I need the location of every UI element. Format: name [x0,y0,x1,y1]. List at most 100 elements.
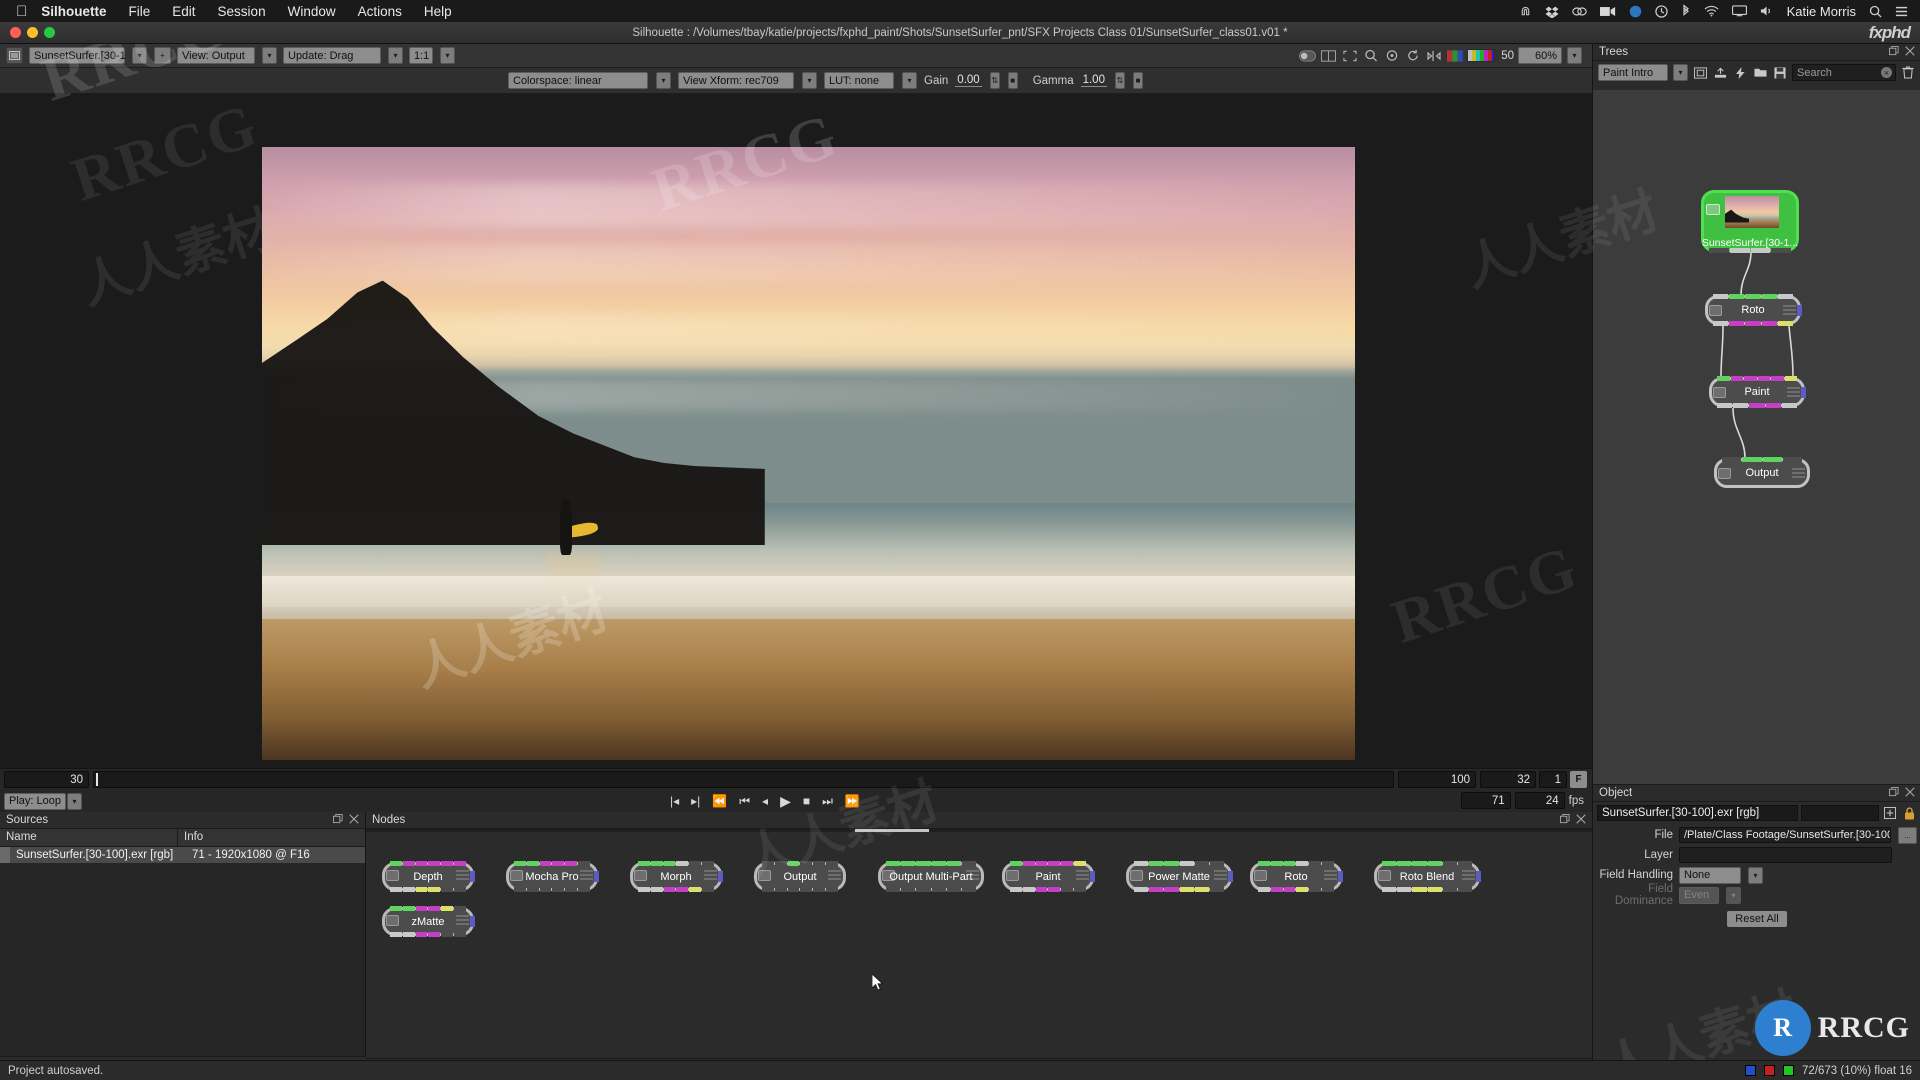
object-name-field[interactable]: SunsetSurfer.[30-100].exr [rgb] [1597,805,1798,821]
plus-icon[interactable] [1882,805,1898,821]
sources-column-name[interactable]: Name [0,829,178,846]
browse-file-button[interactable]: ... [1898,826,1917,844]
first-frame-icon[interactable]: ⏪ [712,795,727,807]
set-in-icon[interactable]: |◂ [670,795,679,807]
tree-node-output[interactable]: Output [1714,457,1810,488]
zoom-dropdown-chevron-icon[interactable]: ▾ [1567,47,1582,64]
flash-icon[interactable] [1732,65,1748,81]
float-panel-icon[interactable] [1889,45,1899,59]
gamma-reset-button[interactable]: ■ [1132,72,1143,89]
zoom-level-select[interactable]: 60% [1518,47,1562,64]
rotate-icon[interactable] [1404,47,1421,64]
field-handling-chevron-icon[interactable]: ▾ [1748,866,1763,884]
menu-item-file[interactable]: File [129,4,151,19]
object-file-value[interactable]: /Plate/Class Footage/SunsetSurfer.[30-10… [1679,827,1891,843]
field-handling-select[interactable]: None [1679,866,1741,884]
last-frame-icon[interactable]: ⏩ [845,795,860,807]
new-tree-icon[interactable] [1692,65,1708,81]
palette-node-paint[interactable]: Paint [1002,861,1095,892]
gain-stepper[interactable]: ⇅ [989,72,1000,89]
tree-node-paint[interactable]: Paint [1709,376,1806,408]
color-bars-icon[interactable] [1467,47,1496,64]
node-tree-canvas[interactable]: SunsetSurfer.[30-1... Roto Paint Output [1593,90,1920,784]
add-source-button[interactable]: + [154,47,171,64]
node-palette-canvas[interactable]: Depth Mocha Pro Morph Output Output Multi-Pa… [366,832,1592,1058]
time-machine-icon[interactable] [1654,4,1668,18]
magnify-icon[interactable] [1362,47,1379,64]
palette-node-output[interactable]: Output [754,861,846,892]
close-panel-icon[interactable] [1905,45,1915,59]
view-dropdown-chevron-icon[interactable]: ▾ [262,47,277,64]
stop-icon[interactable]: ■ [803,795,810,807]
fit-screen-icon[interactable] [1341,47,1358,64]
minimize-window-button[interactable] [27,27,38,38]
float-panel-icon[interactable] [1889,786,1899,800]
menu-user-name[interactable]: Katie Morris [1787,4,1856,19]
view-xform-chevron-icon[interactable]: ▾ [802,72,817,89]
folder-icon[interactable] [1752,65,1768,81]
next-frame-icon[interactable]: ⏭ [822,795,833,807]
ratio-dropdown-chevron-icon[interactable]: ▾ [440,47,455,64]
close-panel-icon[interactable] [349,813,359,827]
update-select[interactable]: Update: Drag [283,47,381,64]
reset-all-button[interactable]: Reset All [1727,911,1787,927]
screen-record-icon[interactable] [1599,6,1616,17]
tree-node-roto[interactable]: Roto [1705,294,1802,326]
view-xform-select[interactable]: View Xform: rec709 [678,72,794,89]
palette-node-roto[interactable]: Roto [1250,861,1343,892]
wipe-icon[interactable] [1299,47,1317,64]
play-icon[interactable]: ▶ [780,794,791,808]
apple-icon[interactable]:  [16,4,27,19]
save-icon[interactable] [1772,65,1788,81]
timeline-track[interactable] [93,771,1394,788]
palette-node-depth[interactable]: Depth [382,861,475,892]
palette-node-power-matte[interactable]: Power Matte [1126,861,1233,892]
menu-item-help[interactable]: Help [424,4,452,19]
pan-icon[interactable] [1383,47,1400,64]
clear-trees-search-icon[interactable]: × [1881,67,1892,78]
tree-select-chevron-icon[interactable]: ▾ [1673,64,1688,81]
source-dropdown-chevron-icon[interactable]: ▾ [132,47,147,64]
menu-item-edit[interactable]: Edit [172,4,195,19]
menu-item-window[interactable]: Window [288,4,336,19]
palette-node-output-multi-part[interactable]: Output Multi-Part [878,861,984,892]
bluetooth-icon[interactable] [1681,4,1691,18]
lut-select[interactable]: LUT: none [824,72,894,89]
source-select[interactable]: SunsetSurfer.[30-1 [29,47,126,64]
control-center-icon[interactable] [1895,5,1908,18]
gamma-value[interactable]: 1.00 [1080,74,1107,87]
tree-node-sunsetsurfer-30-1-[interactable]: SunsetSurfer.[30-1... [1701,190,1799,253]
window-controls[interactable] [0,27,55,38]
frame-mode-button[interactable]: F [1570,771,1587,788]
play-reverse-icon[interactable]: ◂ [762,795,768,807]
object-layer-value[interactable] [1679,847,1892,863]
image-viewer[interactable] [0,94,1592,768]
compare-icon[interactable] [1320,47,1337,64]
timeline-out-frame[interactable]: 100 [1398,771,1476,788]
gain-reset-button[interactable]: ■ [1007,72,1018,89]
play-mode-select[interactable]: Play: Loop [4,792,66,810]
flip-icon[interactable] [1425,47,1442,64]
channel-rgb-icon[interactable] [1446,47,1463,64]
menu-item-session[interactable]: Session [218,4,266,19]
palette-node-zmatte[interactable]: zMatte [382,906,475,937]
trash-icon[interactable] [1900,65,1916,81]
display-icon[interactable] [1731,5,1747,17]
lock-icon[interactable] [1901,805,1917,821]
magnet-icon[interactable] [1519,5,1532,18]
colorspace-chevron-icon[interactable]: ▾ [656,72,671,89]
float-panel-icon[interactable] [333,813,343,827]
colorspace-select[interactable]: Colorspace: linear [508,72,648,89]
object-name-secondary-field[interactable] [1801,805,1879,821]
creative-cloud-icon[interactable] [1571,5,1587,18]
close-window-button[interactable] [10,27,21,38]
menu-item-actions[interactable]: Actions [358,4,402,19]
timeline-in-frame[interactable]: 30 [4,771,89,788]
circle-blue-icon[interactable] [1629,5,1642,18]
maximize-window-button[interactable] [44,27,55,38]
volume-icon[interactable] [1760,5,1774,17]
trees-search-input[interactable]: Search × [1792,64,1896,81]
gamma-stepper[interactable]: ⇅ [1114,72,1125,89]
duration-field[interactable]: 71 [1460,792,1511,809]
prev-frame-icon[interactable]: ⏮ [739,795,750,807]
